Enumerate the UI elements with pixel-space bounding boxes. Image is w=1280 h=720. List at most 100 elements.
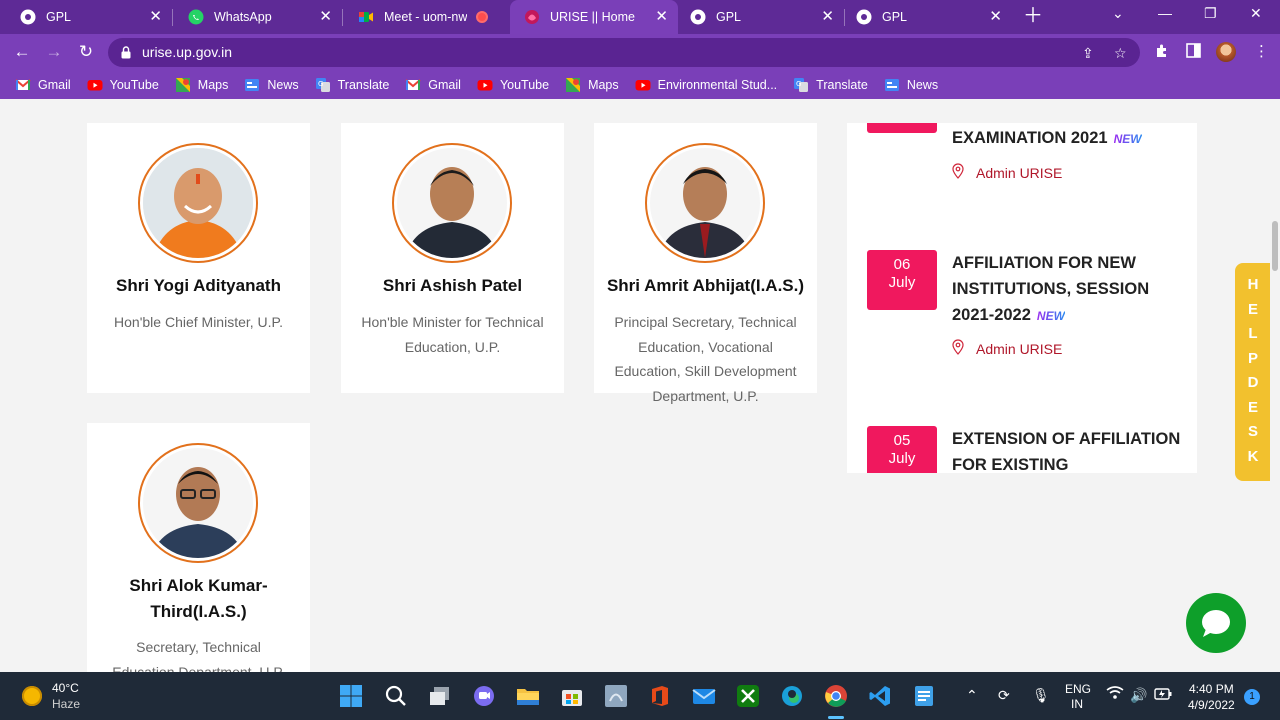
new-tab-button[interactable]: ＋ bbox=[1023, 6, 1043, 26]
close-icon[interactable]: ✕ bbox=[989, 9, 1002, 25]
translate-icon: G bbox=[793, 77, 809, 93]
bookmark-maps-2[interactable]: Maps bbox=[565, 77, 619, 93]
microphone-icon[interactable]: 🎙 bbox=[1032, 686, 1050, 704]
bookmark-star-icon[interactable]: ☆ bbox=[1114, 45, 1127, 62]
location-pin-icon bbox=[952, 163, 964, 182]
weather-desc: Haze bbox=[52, 697, 81, 711]
news-item-title[interactable]: EXAMINATION 2021 NEW bbox=[952, 125, 1187, 152]
wifi-icon[interactable] bbox=[1106, 686, 1124, 704]
location-pin-icon bbox=[952, 339, 964, 358]
maps-icon bbox=[175, 77, 191, 93]
page-content: Shri Yogi Adityanath Hon'ble Chief Minis… bbox=[0, 99, 1280, 672]
language-indicator[interactable]: ENG bbox=[1065, 682, 1091, 696]
translate-icon: G bbox=[315, 77, 331, 93]
bookmark-gmail-2[interactable]: Gmail bbox=[405, 77, 461, 93]
helpdesk-letter: S bbox=[1247, 423, 1258, 440]
bookmark-label: Maps bbox=[588, 77, 619, 92]
tab-meet[interactable]: Meet - uom-nw bbox=[342, 0, 510, 34]
minimize-button[interactable]: — bbox=[1158, 5, 1172, 21]
url-text: urise.up.gov.in bbox=[142, 44, 233, 60]
teams-chat-icon[interactable] bbox=[472, 684, 496, 708]
windows-start-icon[interactable] bbox=[339, 684, 363, 708]
chat-button[interactable] bbox=[1186, 593, 1246, 653]
bookmark-environmental-studies[interactable]: Environmental Stud... bbox=[635, 77, 778, 93]
notification-badge[interactable]: 1 bbox=[1244, 689, 1260, 705]
restore-button[interactable]: ❐ bbox=[1204, 5, 1217, 22]
side-panel-icon[interactable] bbox=[1186, 43, 1201, 63]
battery-icon[interactable] bbox=[1154, 686, 1172, 704]
chat-bubble-icon bbox=[1202, 610, 1230, 637]
helpdesk-tab[interactable]: HELPDESK bbox=[1235, 263, 1271, 481]
bookmark-news-2[interactable]: News bbox=[884, 77, 938, 93]
weather-icon[interactable] bbox=[22, 686, 42, 706]
official-name: Shri Yogi Adityanath bbox=[116, 276, 281, 295]
official-name: Shri Amrit Abhijat(I.A.S.) bbox=[606, 276, 805, 295]
bookmark-youtube-2[interactable]: YouTube bbox=[477, 77, 549, 93]
search-icon[interactable] bbox=[384, 684, 408, 708]
office-icon[interactable] bbox=[648, 684, 672, 708]
tab-urise-home[interactable]: URISE || Home ✕ bbox=[510, 0, 678, 34]
youtube-icon bbox=[477, 77, 493, 93]
tab-gpl-2[interactable]: GPL ✕ bbox=[678, 0, 844, 34]
bookmark-youtube[interactable]: YouTube bbox=[87, 77, 159, 93]
official-title: Hon'ble Chief Minister, U.P. bbox=[114, 314, 283, 330]
scrollbar[interactable] bbox=[1270, 99, 1280, 672]
share-icon[interactable]: ⇪ bbox=[1082, 45, 1094, 62]
bookmark-translate-2[interactable]: G Translate bbox=[793, 77, 868, 93]
menu-icon[interactable]: ⋮ bbox=[1254, 43, 1269, 61]
vscode-icon[interactable] bbox=[868, 684, 892, 708]
close-icon[interactable]: ✕ bbox=[821, 9, 834, 25]
profile-avatar[interactable] bbox=[1216, 42, 1236, 62]
chrome-icon bbox=[20, 9, 36, 25]
close-icon[interactable]: ✕ bbox=[149, 9, 162, 25]
news-author[interactable]: Admin URISE bbox=[952, 339, 1062, 358]
system-clock[interactable]: 4:40 PM 4/9/2022 bbox=[1188, 681, 1235, 713]
scrollbar-thumb[interactable] bbox=[1272, 221, 1278, 271]
photos-icon[interactable] bbox=[604, 684, 628, 708]
reload-button[interactable]: ↻ bbox=[76, 42, 96, 62]
tab-search-icon[interactable]: ⌄ bbox=[1112, 5, 1124, 22]
official-name: Shri Alok Kumar-Third(I.A.S.) bbox=[129, 576, 268, 621]
forward-button[interactable]: → bbox=[44, 42, 64, 62]
bookmark-translate[interactable]: G Translate bbox=[315, 77, 389, 93]
close-icon[interactable]: ✕ bbox=[655, 9, 668, 25]
store-icon[interactable] bbox=[560, 684, 584, 708]
tab-gpl-1[interactable]: GPL ✕ bbox=[0, 0, 172, 34]
helpdesk-letter: E bbox=[1247, 398, 1258, 416]
bookmark-maps[interactable]: Maps bbox=[175, 77, 228, 93]
task-view-icon[interactable] bbox=[428, 684, 452, 708]
bookmark-news[interactable]: News bbox=[244, 77, 299, 93]
extensions-icon[interactable] bbox=[1154, 43, 1170, 64]
chevron-up-icon[interactable]: ⌃ bbox=[966, 686, 978, 704]
youtube-icon bbox=[87, 77, 103, 93]
volume-icon[interactable]: 🔊 bbox=[1130, 686, 1147, 704]
svg-text:G: G bbox=[318, 80, 323, 88]
bookmark-label: News bbox=[906, 77, 939, 92]
tab-whatsapp[interactable]: WhatsApp ✕ bbox=[172, 0, 342, 34]
helpdesk-letter: E bbox=[1247, 300, 1258, 318]
bookmark-label: Environmental Stud... bbox=[657, 77, 778, 92]
notepad-icon[interactable] bbox=[912, 684, 936, 708]
news-item-title[interactable]: AFFILIATION FOR NEW INSTITUTIONS, SESSIO… bbox=[952, 250, 1187, 329]
close-icon[interactable]: ✕ bbox=[319, 9, 332, 25]
taskbar: 40°C Haze ⌃ ⟳ 🎙 ENG IN 🔊 4:40 PM 4/9/202… bbox=[0, 672, 1280, 720]
back-button[interactable]: ← bbox=[12, 42, 32, 62]
new-badge: NEW bbox=[1113, 132, 1142, 146]
chrome-taskbar-icon[interactable] bbox=[824, 684, 848, 708]
tab-gpl-3[interactable]: GPL ✕ bbox=[844, 0, 1012, 34]
browser-toolbar: ← → ↻ urise.up.gov.in ⇪ ☆ ⋮ bbox=[0, 34, 1280, 70]
sync-icon[interactable]: ⟳ bbox=[998, 686, 1010, 704]
address-bar[interactable]: urise.up.gov.in ⇪ ☆ bbox=[108, 38, 1140, 67]
bookmark-label: YouTube bbox=[109, 77, 159, 92]
edge-icon[interactable] bbox=[780, 684, 804, 708]
xbox-icon[interactable] bbox=[736, 684, 760, 708]
bookmark-gmail[interactable]: Gmail bbox=[15, 77, 71, 93]
close-window-button[interactable]: ✕ bbox=[1250, 5, 1262, 22]
mail-icon[interactable] bbox=[692, 684, 716, 708]
news-item-title[interactable]: EXTENSION OF AFFILIATION FOR EXISTING IN… bbox=[952, 426, 1187, 473]
news-icon bbox=[884, 77, 900, 93]
file-explorer-icon[interactable] bbox=[516, 684, 540, 708]
bookmarks-bar: Gmail YouTube Maps News G Translate Gmai… bbox=[0, 70, 1280, 99]
news-author[interactable]: Admin URISE bbox=[952, 163, 1062, 182]
gmail-icon bbox=[405, 77, 421, 93]
